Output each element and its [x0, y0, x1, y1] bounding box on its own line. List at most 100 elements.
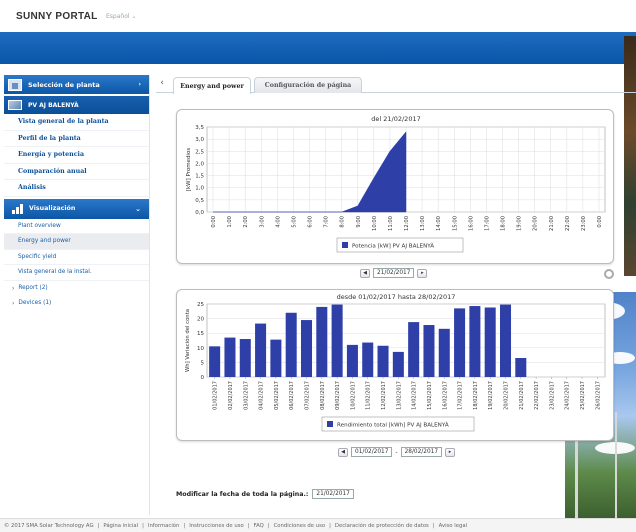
- x-tick-label: 21/02/2017: [519, 381, 525, 410]
- chart-title: del 21/02/2017: [371, 115, 420, 123]
- x-tick-label: 06/02/2017: [289, 381, 295, 410]
- yield-bar: [515, 358, 527, 377]
- yield-bar: [499, 304, 512, 377]
- sidebar-sub-specific-yield[interactable]: Specific yield: [4, 250, 149, 265]
- previous-day-button[interactable]: ◀: [360, 268, 370, 278]
- x-tick-label: 9:00: [356, 216, 362, 228]
- x-tick-label: 7:00: [324, 216, 330, 228]
- footer-link-info[interactable]: Información: [148, 523, 180, 529]
- to-date-field[interactable]: 28/02/2017: [400, 447, 443, 457]
- y-tick-label: 2,5: [195, 149, 204, 155]
- yield-bar: [239, 339, 251, 377]
- x-tick-label: 25/02/2017: [580, 381, 586, 410]
- x-tick-label: 09/02/2017: [335, 381, 341, 410]
- x-tick-label: 22:00: [565, 216, 571, 231]
- x-tick-label: 2:00: [243, 216, 249, 228]
- y-tick-label: 1,5: [195, 174, 204, 180]
- x-tick-label: 26/02/2017: [595, 381, 601, 410]
- sidebar-item-plant-profile[interactable]: Perfil de la planta: [4, 131, 149, 147]
- sidebar-sub-installation-overview[interactable]: Vista general de la instal.: [4, 265, 149, 281]
- x-tick-label: 10:00: [372, 216, 378, 231]
- x-tick-label: 23:00: [581, 216, 587, 231]
- x-tick-label: 18/02/2017: [473, 381, 479, 410]
- yield-bar: [209, 346, 221, 377]
- y-tick-label: 0,5: [195, 198, 204, 204]
- yield-bar: [423, 325, 435, 377]
- footer-link-instructions[interactable]: Instrucciones de uso: [189, 523, 244, 529]
- tree-item-report[interactable]: › Report (2): [4, 281, 149, 296]
- sidebar-item-analysis[interactable]: Análisis: [4, 180, 149, 197]
- page-date-field[interactable]: 21/02/2017: [312, 489, 354, 499]
- tree-item-label: Devices (1): [18, 300, 52, 306]
- language-label: Español: [106, 13, 130, 20]
- y-axis-label: Wh] Variación del conta: [184, 309, 191, 372]
- yield-bar: [469, 306, 481, 377]
- x-tick-label: 0:00: [597, 216, 603, 228]
- plant-selection-label: Selección de planta: [28, 80, 100, 89]
- legend-label: Rendimiento total [kWh] PV AJ BALENYÀ: [337, 422, 449, 429]
- tab-page-configuration[interactable]: Configuración de página: [254, 77, 362, 93]
- x-tick-label: 14/02/2017: [412, 381, 418, 410]
- visualization-header[interactable]: Visualización ⌄: [4, 198, 149, 219]
- collapse-sidebar-icon[interactable]: ‹: [156, 76, 168, 90]
- sidebar-sub-plant-overview[interactable]: Plant overview: [4, 219, 149, 234]
- yield-bar: [255, 323, 267, 377]
- footer-link-home[interactable]: Página inicial: [103, 523, 138, 529]
- y-axis-label: [kW] Promedios: [186, 148, 192, 192]
- plant-selection-button[interactable]: Selección de planta ›: [4, 75, 149, 95]
- chart-title: desde 01/02/2017 hasta 28/02/2017: [337, 293, 456, 301]
- y-tick-label: 0,0: [195, 210, 204, 216]
- x-tick-label: 13:00: [420, 216, 426, 231]
- yield-bar: [454, 308, 466, 377]
- gear-icon[interactable]: [604, 269, 614, 279]
- from-date-field[interactable]: 01/02/2017: [351, 447, 393, 457]
- language-selector[interactable]: Español ⌄: [106, 13, 136, 20]
- sidebar-item-annual-comparison[interactable]: Comparación anual: [4, 164, 149, 180]
- day-date-field[interactable]: 21/02/2017: [373, 268, 415, 278]
- yield-bar: [316, 306, 328, 377]
- next-day-button[interactable]: ▸: [417, 268, 428, 278]
- yield-bar: [362, 342, 374, 377]
- tab-energy-power[interactable]: Energy and power: [173, 77, 251, 94]
- x-tick-label: 16/02/2017: [442, 381, 448, 410]
- bar-chart-icon: [12, 203, 23, 214]
- y-tick-label: 10: [197, 346, 204, 352]
- x-tick-label: 12/02/2017: [381, 381, 387, 410]
- x-tick-label: 24/02/2017: [565, 381, 571, 410]
- footer: © 2017 SMA Solar Technology AG | Página …: [0, 518, 636, 532]
- footer-separator: |: [432, 522, 435, 529]
- footer-separator: |: [247, 522, 250, 529]
- header-band: [0, 32, 636, 64]
- sunny-portal-logo[interactable]: SUNNY PORTAL: [16, 11, 98, 22]
- top-bar: SUNNY PORTAL Español ⌄: [0, 0, 636, 32]
- y-tick-label: 3,5: [195, 125, 204, 131]
- x-tick-label: 23/02/2017: [549, 381, 555, 410]
- power-area-chart: del 21/02/2017 0,0 0,5 1,0 1,5 2,0 2,5 3,0 3,5 0:…: [186, 115, 606, 253]
- sidebar-item-energy-power[interactable]: Energía y potencia: [4, 147, 149, 164]
- footer-link-faq[interactable]: FAQ: [254, 523, 264, 529]
- y-tick-label: 20: [197, 317, 204, 323]
- tab-bar: ‹ Energy and power Configuración de pági…: [156, 74, 636, 94]
- month-date-navigator: ◀ 01/02/2017 - 28/02/2017 ▸: [338, 447, 456, 457]
- plant-name-header: PV AJ BALENYÀ: [4, 96, 149, 114]
- sidebar-sub-energy-power[interactable]: Energy and power: [4, 234, 149, 250]
- footer-separator: |: [183, 522, 186, 529]
- x-tick-label: 02/02/2017: [228, 381, 234, 410]
- x-tick-label: 03/02/2017: [243, 381, 249, 410]
- tree-item-devices[interactable]: › Devices (1): [4, 296, 149, 311]
- modify-date-label: Modificar la fecha de toda la página.:: [176, 490, 309, 498]
- footer-link-privacy[interactable]: Declaración de protección de datos: [335, 523, 429, 529]
- copyright: © 2017 SMA Solar Technology AG: [4, 522, 94, 529]
- sidebar-item-plant-overview[interactable]: Vista general de la planta: [4, 114, 149, 131]
- yield-bar: [224, 337, 236, 377]
- next-period-button[interactable]: ▸: [445, 447, 456, 457]
- yield-bar: [270, 339, 282, 377]
- x-tick-label: 4:00: [275, 216, 281, 228]
- previous-period-button[interactable]: ◀: [338, 447, 348, 457]
- x-tick-label: 1:00: [227, 216, 233, 228]
- footer-link-terms[interactable]: Condiciones de uso: [274, 523, 325, 529]
- footer-link-legal[interactable]: Aviso legal: [439, 523, 467, 529]
- background-photo-strip: [624, 36, 636, 276]
- y-tick-label: 1,0: [195, 186, 204, 192]
- sidebar: Selección de planta › PV AJ BALENYÀ Vist…: [4, 75, 150, 515]
